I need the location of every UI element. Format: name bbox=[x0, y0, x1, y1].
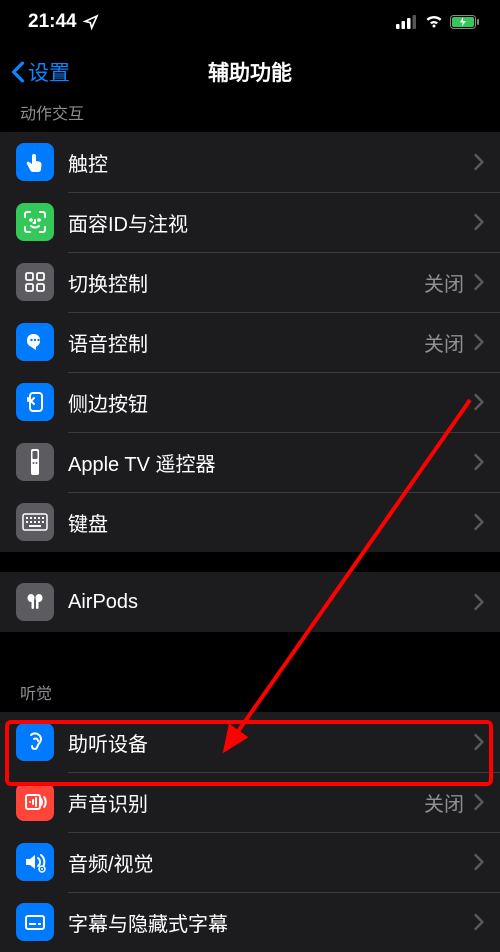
chevron-right-icon bbox=[474, 514, 484, 530]
cellular-icon bbox=[396, 15, 418, 29]
row-label: 助听设备 bbox=[68, 728, 474, 757]
row-label: 侧边按钮 bbox=[68, 388, 474, 417]
row-keyboard[interactable]: 键盘 bbox=[0, 492, 500, 552]
row-side-button[interactable]: 侧边按钮 bbox=[0, 372, 500, 432]
battery-icon bbox=[450, 15, 480, 29]
status-bar: 21:44 bbox=[0, 0, 500, 44]
row-airpods[interactable]: AirPods bbox=[0, 572, 500, 632]
row-label: 音频/视觉 bbox=[68, 848, 474, 877]
chevron-left-icon bbox=[10, 61, 26, 83]
list-physical-motor: 触控 面容ID与注视 切换控制 关闭 语音控制 关闭 侧边按钮 bbox=[0, 132, 500, 552]
chevron-right-icon bbox=[474, 274, 484, 290]
row-sound-recognition[interactable]: 声音识别 关闭 bbox=[0, 772, 500, 832]
airpods-icon bbox=[16, 583, 54, 621]
section-header-hearing: 听觉 bbox=[0, 672, 500, 712]
chevron-right-icon bbox=[474, 794, 484, 810]
chevron-right-icon bbox=[474, 454, 484, 470]
list-hearing: 助听设备 声音识别 关闭 音频/视觉 字幕与隐藏式字幕 bbox=[0, 712, 500, 952]
back-label: 设置 bbox=[28, 57, 70, 87]
row-label: 字幕与隐藏式字幕 bbox=[68, 908, 474, 937]
row-voice-control[interactable]: 语音控制 关闭 bbox=[0, 312, 500, 372]
chevron-right-icon bbox=[474, 154, 484, 170]
row-audio-visual[interactable]: 音频/视觉 bbox=[0, 832, 500, 892]
chevron-right-icon bbox=[474, 594, 484, 610]
row-faceid[interactable]: 面容ID与注视 bbox=[0, 192, 500, 252]
side-button-icon bbox=[16, 383, 54, 421]
switch-control-icon bbox=[16, 263, 54, 301]
row-detail: 关闭 bbox=[424, 328, 464, 357]
nav-bar: 设置 辅助功能 bbox=[0, 44, 500, 100]
row-label: AirPods bbox=[68, 591, 474, 614]
row-label: 声音识别 bbox=[68, 788, 424, 817]
wifi-icon bbox=[424, 15, 444, 29]
row-detail: 关闭 bbox=[424, 268, 464, 297]
sound-recognition-icon bbox=[16, 783, 54, 821]
row-label: Apple TV 遥控器 bbox=[68, 448, 474, 477]
list-airpods: AirPods bbox=[0, 572, 500, 632]
keyboard-icon bbox=[16, 503, 54, 541]
row-hearing-devices[interactable]: 助听设备 bbox=[0, 712, 500, 772]
section-header-physical: 动作交互 bbox=[0, 100, 500, 132]
voice-control-icon bbox=[16, 323, 54, 361]
chevron-right-icon bbox=[474, 214, 484, 230]
apple-tv-remote-icon bbox=[16, 443, 54, 481]
row-detail: 关闭 bbox=[424, 788, 464, 817]
chevron-right-icon bbox=[474, 914, 484, 930]
row-apple-tv-remote[interactable]: Apple TV 遥控器 bbox=[0, 432, 500, 492]
chevron-right-icon bbox=[474, 394, 484, 410]
chevron-right-icon bbox=[474, 334, 484, 350]
faceid-icon bbox=[16, 203, 54, 241]
location-icon bbox=[83, 14, 99, 30]
chevron-right-icon bbox=[474, 734, 484, 750]
chevron-right-icon bbox=[474, 854, 484, 870]
hearing-devices-icon bbox=[16, 723, 54, 761]
row-switch-control[interactable]: 切换控制 关闭 bbox=[0, 252, 500, 312]
audio-visual-icon bbox=[16, 843, 54, 881]
row-label: 面容ID与注视 bbox=[68, 208, 474, 237]
back-button[interactable]: 设置 bbox=[10, 57, 70, 87]
row-label: 触控 bbox=[68, 148, 474, 177]
touch-icon bbox=[16, 143, 54, 181]
row-label: 切换控制 bbox=[68, 268, 424, 297]
status-time: 21:44 bbox=[28, 11, 77, 33]
row-label: 键盘 bbox=[68, 508, 474, 537]
page-title: 辅助功能 bbox=[208, 57, 292, 87]
row-touch[interactable]: 触控 bbox=[0, 132, 500, 192]
row-label: 语音控制 bbox=[68, 328, 424, 357]
row-subtitles[interactable]: 字幕与隐藏式字幕 bbox=[0, 892, 500, 952]
subtitles-icon bbox=[16, 903, 54, 941]
